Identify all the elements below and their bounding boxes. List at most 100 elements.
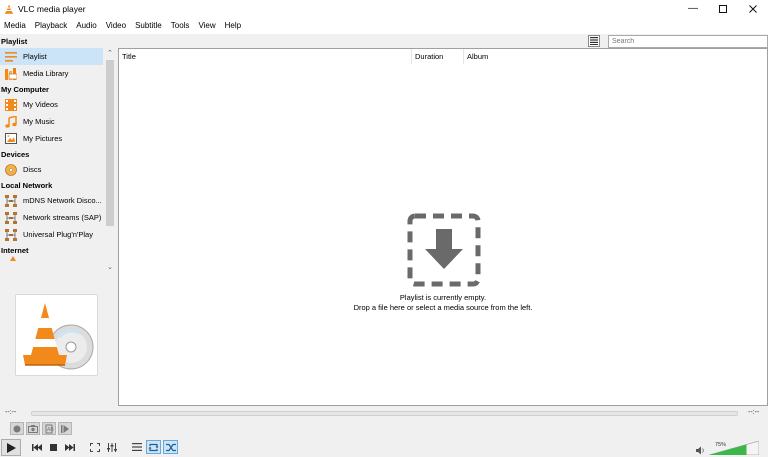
- fullscreen-icon: [89, 442, 100, 452]
- pictures-icon: [4, 132, 17, 145]
- shuffle-button[interactable]: [163, 440, 178, 454]
- search-input[interactable]: [608, 35, 768, 48]
- remaining-time: --:--: [748, 409, 760, 416]
- album-art: [15, 294, 98, 376]
- toggle-playlist-button[interactable]: [129, 440, 144, 454]
- volume-slider[interactable]: [709, 441, 759, 455]
- menu-bar: Media Playback Audio Video Subtitle Tool…: [0, 17, 768, 34]
- close-button[interactable]: [738, 0, 768, 17]
- sidebar-item-my-videos[interactable]: My Videos: [0, 96, 117, 113]
- sidebar-item-label: Playlist: [23, 52, 47, 61]
- elapsed-time: --:--: [5, 409, 17, 416]
- sidebar-item-label: My Videos: [23, 100, 58, 109]
- list-view-icon: [590, 37, 598, 45]
- repeat-icon: [148, 443, 159, 451]
- title-bar: VLC media player —: [0, 0, 768, 17]
- vlc-cone-icon: [5, 4, 13, 14]
- playlist-empty-title: Playlist is currently empty.: [399, 293, 487, 302]
- stop-button[interactable]: [46, 440, 61, 454]
- close-icon: [749, 4, 757, 13]
- network-icon: [4, 211, 17, 224]
- sidebar-header-local-network: Local Network: [1, 180, 53, 190]
- frame-step-icon: [61, 424, 69, 433]
- menu-video[interactable]: Video: [102, 17, 131, 34]
- previous-icon: [31, 443, 42, 451]
- menu-audio[interactable]: Audio: [72, 17, 101, 34]
- record-button[interactable]: [10, 422, 24, 435]
- menu-tools[interactable]: Tools: [167, 17, 195, 34]
- record-icon: [13, 425, 21, 432]
- sidebar: Playlist Playlist Media Library My Compu…: [0, 34, 117, 406]
- frame-by-frame-button[interactable]: [58, 422, 72, 435]
- sidebar-header-playlist: Playlist: [1, 36, 28, 46]
- extended-settings-button[interactable]: [104, 440, 119, 454]
- next-icon: [64, 443, 75, 451]
- scroll-up-icon[interactable]: ⌃: [106, 50, 114, 58]
- sidebar-header-my-computer: My Computer: [1, 84, 49, 94]
- camera-icon: [28, 424, 38, 433]
- column-header-title[interactable]: Title: [119, 49, 136, 64]
- menu-playback[interactable]: Playback: [31, 17, 72, 34]
- sidebar-item-label: mDNS Network Disco...: [23, 196, 102, 205]
- minimize-button[interactable]: —: [678, 0, 708, 17]
- stop-icon: [50, 443, 57, 451]
- sidebar-header-devices: Devices: [1, 149, 30, 159]
- sidebar-item-label: My Pictures: [23, 134, 63, 143]
- next-button[interactable]: [62, 440, 77, 454]
- playlist-view[interactable]: Title Duration Album Playlist is current…: [118, 48, 768, 406]
- loop-ab-icon: AB: [45, 424, 54, 433]
- sidebar-item-label: Discs: [23, 165, 42, 174]
- sidebar-item-my-music[interactable]: My Music: [0, 113, 117, 130]
- sidebar-item-label: Network streams (SAP): [23, 213, 102, 222]
- videos-icon: [4, 98, 17, 111]
- network-icon: [4, 228, 17, 241]
- sidebar-item-playlist[interactable]: Playlist: [0, 48, 103, 65]
- window-title: VLC media player: [18, 3, 86, 14]
- sidebar-item-label: Media Library: [23, 69, 69, 78]
- vlc-cone-icon: [10, 256, 16, 261]
- fullscreen-button[interactable]: [87, 440, 102, 454]
- playlist-view-button[interactable]: [588, 35, 600, 47]
- playlist-empty-hint: Drop a file here or select a media sourc…: [353, 303, 533, 312]
- column-header-album[interactable]: Album: [464, 49, 488, 64]
- disc-icon: [4, 163, 17, 176]
- play-button[interactable]: [1, 439, 21, 456]
- sidebar-item-discs[interactable]: Discs: [0, 161, 117, 178]
- menu-media[interactable]: Media: [0, 17, 31, 34]
- playlist-icon: [131, 443, 142, 451]
- menu-view[interactable]: View: [194, 17, 220, 34]
- sidebar-item-label: My Music: [23, 117, 55, 126]
- column-header-duration[interactable]: Duration: [412, 49, 443, 64]
- loop-ab-button[interactable]: AB: [42, 422, 56, 435]
- equalizer-icon: [106, 442, 117, 452]
- svg-text:AB: AB: [47, 427, 54, 433]
- sidebar-item-network-streams[interactable]: Network streams (SAP): [0, 209, 117, 226]
- media-library-icon: [4, 67, 17, 80]
- seek-row: --:-- --:--: [0, 407, 768, 421]
- sidebar-item-my-pictures[interactable]: My Pictures: [0, 130, 117, 147]
- snapshot-button[interactable]: [26, 422, 40, 435]
- playlist-toolbar: [117, 34, 768, 49]
- speaker-icon[interactable]: [696, 446, 705, 455]
- drop-file-icon: [407, 213, 481, 287]
- sidebar-item-label: Universal Plug'n'Play: [23, 230, 93, 239]
- music-icon: [4, 115, 17, 128]
- menu-subtitle[interactable]: Subtitle: [131, 17, 167, 34]
- menu-help[interactable]: Help: [221, 17, 246, 34]
- sidebar-item-mdns[interactable]: mDNS Network Disco...: [0, 192, 117, 209]
- shuffle-icon: [165, 443, 176, 451]
- sidebar-item-media-library[interactable]: Media Library: [0, 65, 117, 82]
- loop-button[interactable]: [146, 440, 161, 454]
- scroll-down-icon[interactable]: ⌄: [106, 264, 114, 272]
- previous-button[interactable]: [29, 440, 44, 454]
- maximize-icon: [719, 4, 727, 13]
- sidebar-scrollbar[interactable]: ⌃ ⌄: [104, 48, 116, 273]
- seek-slider[interactable]: [31, 411, 738, 416]
- vlc-cone-disc-icon: [22, 303, 93, 370]
- scrollbar-thumb[interactable]: [106, 60, 114, 226]
- maximize-button[interactable]: [708, 0, 738, 17]
- sidebar-item-upnp[interactable]: Universal Plug'n'Play: [0, 226, 117, 243]
- network-icon: [4, 194, 17, 207]
- play-icon: [6, 442, 16, 453]
- playlist-icon: [4, 50, 17, 63]
